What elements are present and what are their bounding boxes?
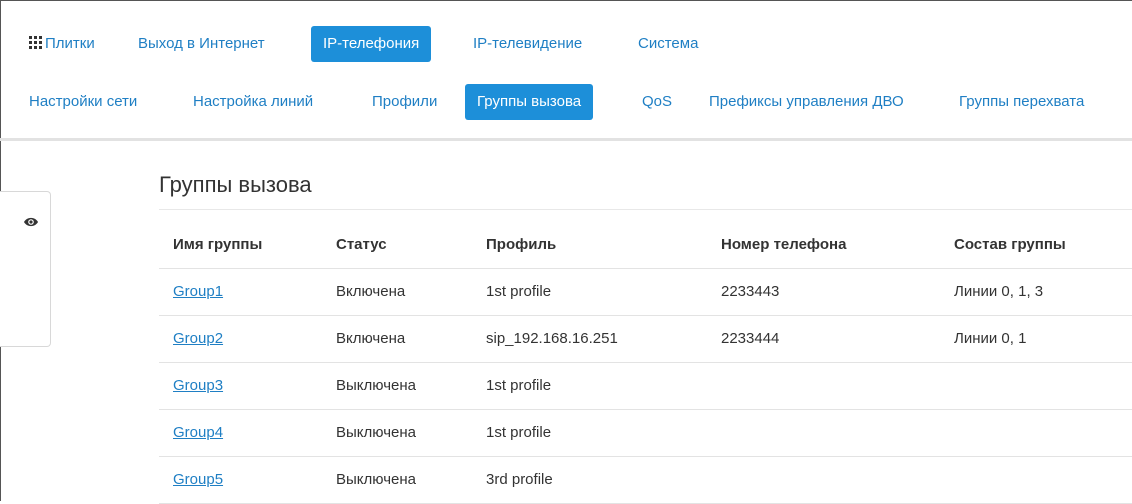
table-row: Group5 Выключена 3rd profile (159, 457, 1132, 504)
page-title: Группы вызова (159, 172, 312, 197)
nav-tiles-label: Плитки (45, 35, 95, 52)
profile-cell: 1st profile (486, 283, 552, 300)
members-cell: Линии 0, 1 (954, 330, 1027, 347)
phone-cell: 2233444 (721, 330, 780, 347)
side-panel (0, 191, 51, 347)
eye-icon[interactable] (23, 216, 39, 228)
table-row: Group1 Включена 1st profile 2233443 Лини… (159, 269, 1132, 316)
nav-ip-telephony[interactable]: IP-телефония (311, 26, 432, 62)
subnav-line-settings[interactable]: Настройка линий (181, 84, 325, 120)
table-row: Group3 Выключена 1st profile (159, 363, 1132, 410)
profile-cell: sip_192.168.16.251 (486, 330, 618, 347)
header-group-name: Имя группы (173, 236, 263, 253)
status-cell: Включена (336, 330, 406, 347)
subnav-qos[interactable]: QoS (630, 84, 684, 120)
nav-internet[interactable]: Выход в Интернет (126, 26, 277, 62)
nav-ip-tv[interactable]: IP-телевидение (461, 26, 594, 62)
phone-cell: 2233443 (721, 283, 780, 300)
group-link[interactable]: Group1 (173, 269, 223, 315)
subnav-profiles[interactable]: Профили (360, 84, 449, 120)
profile-cell: 1st profile (486, 424, 552, 441)
top-navigation: Плитки Выход в Интернет IP-телефония IP-… (0, 26, 1132, 62)
subnav-feature-prefixes[interactable]: Префиксы управления ДВО (697, 84, 916, 120)
table-row: Group4 Выключена 1st profile (159, 410, 1132, 457)
profile-cell: 1st profile (486, 377, 552, 394)
call-groups-table: Имя группы Статус Профиль Номер телефона… (159, 222, 1132, 504)
sub-navigation: Настройки сети Настройка линий Профили Г… (0, 84, 1132, 120)
header-group-members: Состав группы (954, 236, 1066, 253)
group-link[interactable]: Group3 (173, 363, 223, 409)
title-divider (159, 209, 1132, 210)
members-cell: Линии 0, 1, 3 (954, 283, 1044, 300)
nav-system[interactable]: Система (626, 26, 710, 62)
group-link[interactable]: Group4 (173, 410, 223, 456)
group-link[interactable]: Group2 (173, 316, 223, 362)
table-row: Group2 Включена sip_192.168.16.251 22334… (159, 316, 1132, 363)
subnav-pickup-groups[interactable]: Группы перехвата (947, 84, 1096, 120)
status-cell: Выключена (336, 377, 416, 394)
nav-divider (0, 138, 1132, 141)
status-cell: Включена (336, 283, 406, 300)
subnav-network-settings[interactable]: Настройки сети (17, 84, 149, 120)
header-status: Статус (336, 236, 387, 253)
status-cell: Выключена (336, 424, 416, 441)
tiles-icon (29, 36, 42, 49)
header-profile: Профиль (486, 236, 557, 253)
table-header: Имя группы Статус Профиль Номер телефона… (159, 222, 1132, 269)
subnav-call-groups[interactable]: Группы вызова (465, 84, 594, 120)
group-link[interactable]: Group5 (173, 457, 223, 503)
status-cell: Выключена (336, 471, 416, 488)
header-phone-number: Номер телефона (721, 236, 847, 253)
nav-tiles[interactable]: Плитки (17, 26, 107, 62)
profile-cell: 3rd profile (486, 471, 553, 488)
